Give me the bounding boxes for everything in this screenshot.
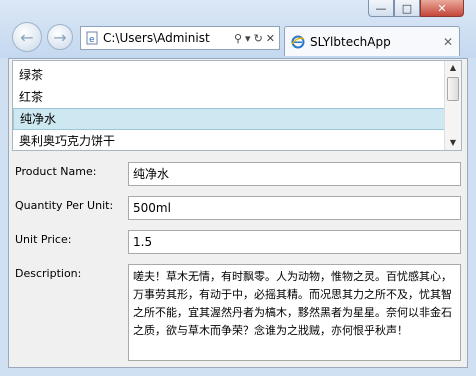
tab-close-icon[interactable]: ✕ bbox=[443, 35, 453, 49]
scroll-up-icon[interactable]: ▲ bbox=[445, 61, 461, 75]
description-field[interactable]: 嗟夫！草木无情，有时飘零。人为动物，惟物之灵。百忧感其心，万事劳其形，有动于中，… bbox=[128, 264, 461, 361]
refresh-icon[interactable]: ↻ bbox=[254, 32, 263, 45]
page-icon: e bbox=[86, 31, 98, 45]
unit-price-field[interactable]: 1.5 bbox=[128, 230, 461, 254]
list-item[interactable]: 奥利奥巧克力饼干 bbox=[13, 130, 445, 150]
window-controls: — □ ✕ bbox=[368, 0, 464, 17]
search-icon[interactable]: ⚲ bbox=[234, 32, 242, 45]
scroll-down-icon[interactable]: ▼ bbox=[445, 136, 461, 150]
list-item-selected[interactable]: 纯净水 bbox=[13, 108, 445, 130]
minimize-button[interactable]: — bbox=[368, 0, 394, 17]
list-scrollbar[interactable]: ▲ ▼ bbox=[444, 61, 461, 150]
address-text: C:\Users\Administ bbox=[103, 31, 210, 45]
product-listbox[interactable]: 绿茶 红茶 纯净水 奥利奥巧克力饼干 ▲ ▼ bbox=[12, 60, 462, 151]
close-window-button[interactable]: ✕ bbox=[420, 0, 464, 17]
back-button[interactable]: ← bbox=[12, 22, 42, 52]
stop-icon[interactable]: ✕ bbox=[266, 32, 275, 45]
quantity-label: Quantity Per Unit: bbox=[15, 199, 114, 212]
forward-button[interactable]: → bbox=[47, 24, 73, 50]
scroll-thumb[interactable] bbox=[447, 77, 459, 101]
browser-chrome: — □ ✕ ← → e C:\Users\Administ ⚲ ▾ ↻ ✕ SL… bbox=[0, 0, 476, 58]
forward-arrow-icon: → bbox=[53, 27, 67, 47]
description-label: Description: bbox=[15, 267, 82, 280]
quantity-field[interactable]: 500ml bbox=[128, 196, 461, 220]
app-content: 绿茶 红茶 纯净水 奥利奥巧克力饼干 ▲ ▼ Product Name: 纯净水… bbox=[8, 58, 468, 368]
unit-price-label: Unit Price: bbox=[15, 233, 72, 246]
back-arrow-icon: ← bbox=[20, 27, 34, 47]
dropdown-icon[interactable]: ▾ bbox=[245, 32, 251, 45]
list-item[interactable]: 绿茶 bbox=[13, 64, 445, 86]
product-list: 绿茶 红茶 纯净水 奥利奥巧克力饼干 bbox=[13, 64, 445, 150]
product-name-field[interactable]: 纯净水 bbox=[128, 162, 461, 186]
tab-title: SLYlbtechApp bbox=[310, 34, 391, 49]
list-item[interactable]: 红茶 bbox=[13, 86, 445, 108]
ie-icon bbox=[291, 35, 305, 48]
address-bar[interactable]: e C:\Users\Administ ⚲ ▾ ↻ ✕ bbox=[80, 26, 280, 50]
product-name-label: Product Name: bbox=[15, 165, 97, 178]
tab-slylbtechapp[interactable]: SLYlbtechApp ✕ bbox=[284, 26, 460, 56]
maximize-button[interactable]: □ bbox=[394, 0, 420, 17]
svg-text:e: e bbox=[89, 35, 95, 45]
